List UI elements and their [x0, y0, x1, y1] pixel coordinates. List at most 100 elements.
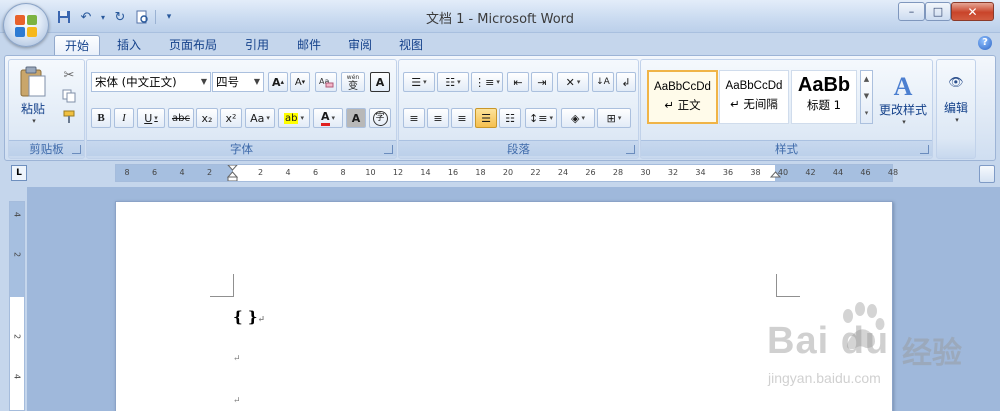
- styles-gallery-scroll[interactable]: ▲ ▼ ▾: [860, 70, 873, 124]
- paragraph-mark-icon: ↵: [233, 354, 241, 364]
- italic-button[interactable]: I: [114, 108, 134, 128]
- style-sample: AaBbCcDd: [654, 81, 711, 93]
- shrink-font-label: A: [294, 76, 302, 88]
- customize-qat-icon[interactable]: ▾: [160, 8, 178, 26]
- copy-icon[interactable]: [59, 87, 79, 105]
- style-tile-heading-1[interactable]: AaBb 标题 1: [791, 70, 857, 124]
- maximize-button[interactable]: □: [925, 2, 951, 21]
- subscript-button[interactable]: x₂: [196, 108, 218, 128]
- cut-icon[interactable]: ✂: [59, 66, 79, 84]
- chevron-down-icon: ▾: [581, 114, 585, 122]
- tab-insert[interactable]: 插入: [107, 35, 151, 55]
- chevron-down-icon: ▾: [331, 114, 336, 122]
- redo-icon[interactable]: ↻: [111, 8, 129, 26]
- print-preview-icon[interactable]: [133, 8, 151, 26]
- undo-icon[interactable]: ↶: [77, 8, 95, 26]
- font-color-button[interactable]: A ▾: [313, 108, 343, 128]
- style-tile-no-spacing[interactable]: AaBbCcDd ↵ 无间隔: [719, 70, 789, 124]
- shrink-font-button[interactable]: A ▾: [290, 72, 310, 92]
- highlight-button[interactable]: ab ▾: [278, 108, 310, 128]
- right-indent-marker-icon[interactable]: [770, 165, 781, 181]
- font-name-combo[interactable]: 宋体 (中文正文) ▼: [91, 72, 211, 92]
- document-line[interactable]: { }↵: [233, 308, 265, 326]
- indent-marker-icon[interactable]: [227, 165, 238, 181]
- horizontal-ruler[interactable]: 8 6 4 2 2 4 6 8 10 12 14 16 18 20 22 24 26 28 30 32 34 36 38 40…: [115, 164, 898, 182]
- font-group: 宋体 (中文正文) ▼ 四号 ▼ A ▴ A ▾ Aa wén 变 A B I U ▾…: [86, 59, 397, 159]
- undo-dropdown-icon[interactable]: ▾: [99, 8, 107, 26]
- paragraph-dialog-launcher-icon[interactable]: [626, 145, 635, 154]
- tab-selector-button[interactable]: L: [11, 165, 27, 181]
- tab-mailings[interactable]: 邮件: [287, 35, 331, 55]
- justify-button[interactable]: ☰: [475, 108, 497, 128]
- tab-home[interactable]: 开始: [54, 35, 100, 55]
- editing-button[interactable]: 👁 编辑 ▾: [939, 66, 973, 132]
- tab-view[interactable]: 视图: [389, 35, 433, 55]
- view-ruler-toggle-icon[interactable]: [979, 165, 995, 183]
- underline-label: U: [144, 111, 153, 125]
- bullets-button[interactable]: ☰ ▾: [403, 72, 435, 92]
- minimize-button[interactable]: –: [898, 2, 925, 21]
- enclose-characters-button[interactable]: 字: [369, 108, 391, 128]
- paragraph-group-label: 段落: [399, 140, 638, 156]
- document-line[interactable]: ↵: [233, 350, 241, 364]
- align-center-button[interactable]: ≡: [427, 108, 449, 128]
- multilevel-list-icon: ⋮≡: [474, 75, 495, 89]
- align-right-button[interactable]: ≡: [451, 108, 473, 128]
- ruler-tick-label: 20: [502, 168, 514, 177]
- paste-button[interactable]: 粘贴 ▾: [13, 64, 53, 126]
- ruler-tick-label: 48: [887, 168, 899, 177]
- office-button[interactable]: [3, 3, 49, 47]
- shading-button[interactable]: ◈ ▾: [561, 108, 595, 128]
- document-page[interactable]: { }↵ ↵ ↵: [115, 201, 893, 411]
- close-button[interactable]: ✕: [951, 2, 994, 21]
- show-marks-button[interactable]: ↲: [616, 72, 636, 92]
- underline-button[interactable]: U ▾: [137, 108, 165, 128]
- save-icon[interactable]: [55, 8, 73, 26]
- increase-indent-button[interactable]: ⇥: [531, 72, 553, 92]
- line-spacing-button[interactable]: ↕≡ ▾: [525, 108, 557, 128]
- ruler-tick-label: 10: [365, 168, 376, 177]
- strikethrough-button[interactable]: abc: [168, 108, 194, 128]
- change-case-button[interactable]: Aa ▾: [245, 108, 275, 128]
- chinese-layout-button[interactable]: ✕ ▾: [557, 72, 589, 92]
- clipboard-dialog-launcher-icon[interactable]: [72, 145, 81, 154]
- character-shading-button[interactable]: A: [346, 108, 366, 128]
- bold-button[interactable]: B: [91, 108, 111, 128]
- change-styles-button[interactable]: A 更改样式 ▾: [877, 66, 929, 132]
- align-left-button[interactable]: ≡: [403, 108, 425, 128]
- ruler-tick-label: 14: [420, 168, 431, 177]
- document-text: { }: [233, 308, 258, 326]
- chevron-down-icon: ▾: [617, 114, 622, 122]
- borders-button[interactable]: ⊞ ▾: [597, 108, 631, 128]
- styles-dialog-launcher-icon[interactable]: [920, 145, 929, 154]
- decrease-indent-button[interactable]: ⇤: [507, 72, 529, 92]
- superscript-button[interactable]: x²: [220, 108, 242, 128]
- character-border-button[interactable]: A: [370, 72, 390, 92]
- grow-font-button[interactable]: A ▴: [268, 72, 288, 92]
- format-painter-icon[interactable]: [59, 108, 79, 126]
- tab-references[interactable]: 引用: [235, 35, 279, 55]
- document-line[interactable]: ↵: [233, 392, 241, 406]
- bullet-list-icon: ☰: [411, 75, 422, 89]
- multilevel-list-button[interactable]: ⋮≡ ▾: [471, 72, 503, 92]
- change-case-label: Aa: [250, 111, 265, 125]
- style-tile-normal[interactable]: AaBbCcDd ↵ 正文: [647, 70, 718, 124]
- ruler-tick-label: 32: [667, 168, 679, 177]
- vertical-ruler[interactable]: 4 2 2 4: [9, 201, 25, 411]
- numbering-button[interactable]: ☷ ▾: [437, 72, 469, 92]
- font-size-combo[interactable]: 四号 ▼: [212, 72, 264, 92]
- distributed-button[interactable]: ☷: [499, 108, 521, 128]
- chevron-down-icon: ▾: [300, 114, 304, 122]
- chevron-down-icon: ▾: [576, 78, 581, 86]
- sort-button[interactable]: ↓A: [592, 72, 614, 92]
- borders-icon: ⊞: [606, 111, 616, 125]
- tab-page-layout[interactable]: 页面布局: [160, 35, 226, 55]
- phonetic-guide-button[interactable]: wén 变: [341, 72, 365, 92]
- ruler-tick-label: 12: [392, 168, 404, 177]
- help-icon[interactable]: ?: [978, 36, 992, 50]
- tab-review[interactable]: 审阅: [338, 35, 382, 55]
- chevron-down-icon: ▾: [154, 114, 158, 122]
- font-dialog-launcher-icon[interactable]: [384, 145, 393, 154]
- paragraph-mark-icon: ↲: [621, 75, 631, 89]
- clear-formatting-button[interactable]: Aa: [315, 72, 337, 92]
